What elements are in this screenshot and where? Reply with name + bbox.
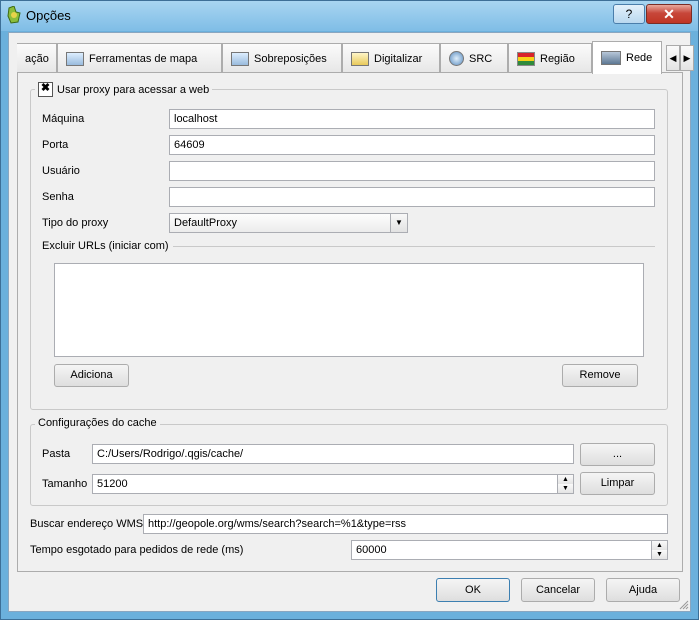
tab-label: Rede <box>626 52 653 64</box>
exclude-urls-list[interactable] <box>54 263 644 357</box>
tab-network[interactable]: Rede <box>592 41 662 74</box>
help-title-button[interactable]: ? <box>613 4 645 24</box>
tab-digitize[interactable]: Digitalizar <box>342 43 440 73</box>
tab-label: SRC <box>469 52 493 65</box>
close-button[interactable]: ✕ <box>646 4 692 24</box>
cache-folder-input[interactable]: C:/Users/Rodrigo/.qgis/cache/ <box>92 444 574 464</box>
use-proxy-label: Usar proxy para acessar a web <box>57 83 210 96</box>
proxy-type-select[interactable]: DefaultProxy ▼ <box>169 213 408 233</box>
tab-label: Região <box>540 52 575 65</box>
clear-cache-button[interactable]: Limpar <box>580 472 655 495</box>
spin-down-icon[interactable]: ▼ <box>651 550 667 559</box>
tab-scroll-left-button[interactable]: ◀ <box>666 45 680 71</box>
chevron-down-icon[interactable]: ▼ <box>390 214 407 232</box>
password-label: Senha <box>42 191 74 203</box>
spin-up-icon[interactable]: ▲ <box>651 541 667 550</box>
wms-search-input[interactable]: http://geopole.org/wms/search?search=%1&… <box>143 514 668 534</box>
tab-label: Digitalizar <box>374 52 423 65</box>
timeout-value: 60000 <box>356 544 387 556</box>
wms-search-label: Buscar endereço WMS <box>30 518 144 530</box>
proxy-type-label: Tipo do proxy <box>42 217 109 229</box>
tab-bar: ação Ferramentas de mapa Sobreposições D… <box>17 41 694 74</box>
proxy-type-value: DefaultProxy <box>174 217 237 229</box>
host-label: Máquina <box>42 113 85 125</box>
title-bar[interactable] <box>1 1 698 31</box>
timeout-input[interactable]: 60000 ▲ ▼ <box>351 540 668 560</box>
password-input[interactable] <box>169 187 655 207</box>
remove-url-button[interactable]: Remove <box>562 364 638 387</box>
tab-label: Ferramentas de mapa <box>89 52 198 65</box>
port-label: Porta <box>42 139 69 151</box>
user-input[interactable] <box>169 161 655 181</box>
tab-overlays[interactable]: Sobreposições <box>222 43 342 73</box>
add-url-button[interactable]: Adiciona <box>54 364 129 387</box>
tab-scroll-right-button[interactable]: ▶ <box>680 45 694 71</box>
timeout-label: Tempo esgotado para pedidos de rede (ms) <box>30 544 244 556</box>
browse-folder-button[interactable]: ... <box>580 443 655 466</box>
cancel-button[interactable]: Cancelar <box>521 578 595 602</box>
tab-truncated[interactable]: ação <box>17 43 57 73</box>
tab-label: Sobreposições <box>254 52 327 65</box>
cache-size-value: 51200 <box>97 478 128 490</box>
cache-group-title: Configurações do cache <box>35 417 160 429</box>
tab-region[interactable]: Região <box>508 43 592 73</box>
network-icon <box>601 51 621 65</box>
cache-size-label: Tamanho <box>42 478 88 490</box>
tab-crs[interactable]: SRC <box>440 43 508 73</box>
cache-folder-label: Pasta <box>42 448 71 460</box>
resize-grip-icon[interactable] <box>679 600 689 610</box>
use-proxy-checkbox[interactable]: ✖ <box>38 82 53 97</box>
help-button[interactable]: Ajuda <box>606 578 680 602</box>
cache-size-input[interactable]: 51200 ▲ ▼ <box>92 474 574 494</box>
ok-button[interactable]: OK <box>436 578 510 602</box>
flag-icon <box>517 51 535 66</box>
qgis-app-icon <box>6 5 22 24</box>
user-label: Usuário <box>42 165 80 177</box>
digitize-icon <box>351 51 369 66</box>
spin-down-icon[interactable]: ▼ <box>557 484 573 493</box>
tab-map-tools[interactable]: Ferramentas de mapa <box>57 43 222 73</box>
map-tools-icon <box>66 51 84 66</box>
host-input[interactable]: localhost <box>169 109 655 129</box>
exclude-urls-label: Excluir URLs (iniciar com) <box>42 240 173 252</box>
globe-icon <box>449 51 464 66</box>
spin-up-icon[interactable]: ▲ <box>557 475 573 484</box>
port-input[interactable]: 64609 <box>169 135 655 155</box>
tab-label: ação <box>25 52 49 65</box>
overlays-icon <box>231 51 249 66</box>
window-title: Opções <box>26 8 71 23</box>
proxy-group-header: ✖ Usar proxy para acessar a web <box>35 82 213 97</box>
